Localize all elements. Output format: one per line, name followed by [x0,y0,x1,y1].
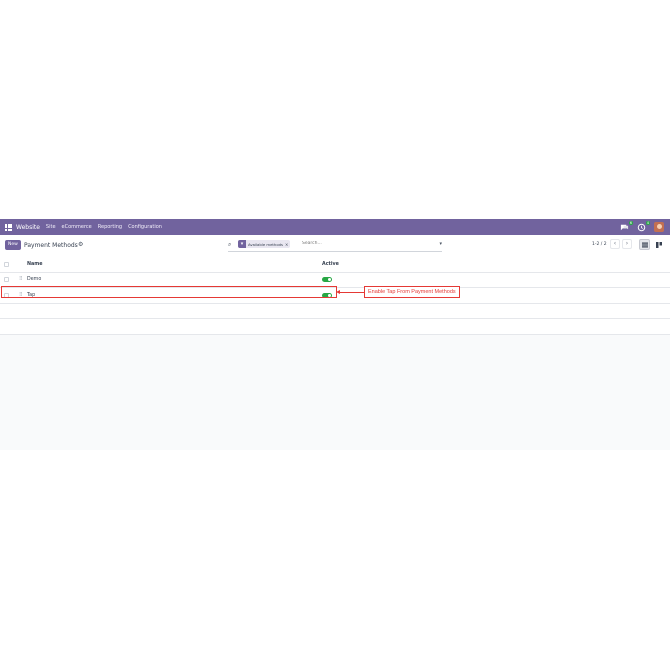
menu-configuration[interactable]: Configuration [128,224,162,230]
annotation-arrow-line [338,291,364,293]
search-facet: ▾ Available methods × [238,240,291,248]
pager-previous-button[interactable]: ‹ [610,239,620,249]
column-header-active[interactable]: Active [322,262,339,267]
annotation-arrow-head [336,289,340,294]
new-button[interactable]: New [5,240,21,250]
search-input[interactable] [302,241,422,246]
search-options-toggle-icon[interactable]: ▾ [439,241,442,247]
menu-site[interactable]: Site [46,224,56,230]
empty-row [0,303,670,319]
menu-ecommerce[interactable]: eCommerce [62,224,92,230]
chat-icon[interactable]: 6 [620,220,633,232]
list-view-icon [641,242,648,247]
navbar-systray: 6 4 [620,220,664,232]
user-avatar[interactable] [654,222,664,232]
filter-icon: ▾ [238,240,246,248]
control-panel: New Payment Methods ⚙ ⌕ ▾ Available meth… [0,235,670,258]
activity-badge: 4 [645,220,650,225]
list-header: Name Active [0,257,670,273]
empty-row [0,319,670,335]
row-name[interactable]: Demo [27,277,41,282]
pager-next-button[interactable]: › [622,239,632,249]
facet-label: Available methods [248,241,284,247]
active-toggle[interactable] [322,277,332,282]
apps-grid-icon[interactable] [5,223,12,231]
facet-remove-icon[interactable]: × [285,242,290,247]
annotation-callout: Enable Tap From Payment Methods [364,286,460,298]
column-header-name[interactable]: Name [27,262,43,267]
app-name[interactable]: Website [16,224,40,231]
annotation-highlight-box [1,286,337,298]
app-window: Website Site eCommerce Reporting Configu… [0,219,670,450]
page-title: Payment Methods [24,242,78,249]
list-view-button[interactable] [639,239,650,250]
select-all-checkbox[interactable] [4,261,9,267]
kanban-view-icon [655,241,662,248]
activity-clock-icon[interactable]: 4 [637,220,650,232]
search-icon[interactable]: ⌕ [228,241,231,249]
chat-badge: 6 [628,220,633,225]
menu-reporting[interactable]: Reporting [98,224,122,230]
pager-value[interactable]: 1-2 / 2 [592,242,607,247]
search-bar: ⌕ ▾ Available methods × ▾ [228,239,442,252]
drag-handle-icon[interactable]: ⠿ [19,276,23,282]
gear-icon[interactable]: ⚙ [78,241,83,248]
kanban-view-button[interactable] [653,239,664,250]
top-navbar: Website Site eCommerce Reporting Configu… [0,219,670,235]
row-checkbox[interactable] [4,277,9,282]
